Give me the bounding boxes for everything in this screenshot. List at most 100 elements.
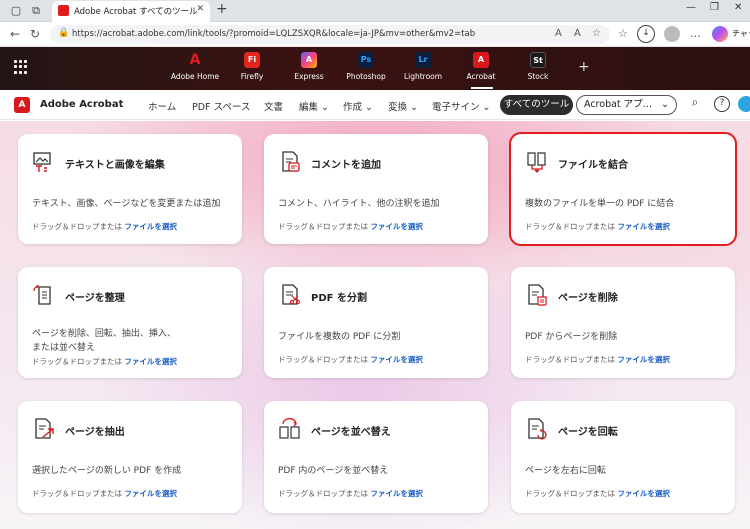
downloads-icon[interactable]: ↓ bbox=[637, 25, 655, 43]
read-aloud-icon[interactable]: A bbox=[574, 28, 581, 39]
nav-create-menu[interactable]: 作成 ⌄ bbox=[343, 99, 373, 113]
card-description: PDF 内のページを並べ替え bbox=[278, 466, 389, 476]
url-field[interactable]: 🔒 https://acrobat.adobe.com/link/tools/?… bbox=[50, 25, 610, 44]
app-grid-icon[interactable] bbox=[14, 60, 28, 74]
select-file-link[interactable]: ファイルを選択 bbox=[124, 357, 177, 366]
card-title: ページを削除 bbox=[558, 293, 618, 304]
tool-card-split-pdf[interactable]: PDF を分割 ファイルを複数の PDF に分割 ドラッグ＆ドロップまたは ファ… bbox=[264, 267, 488, 378]
window-close-icon[interactable]: ✕ bbox=[734, 2, 742, 13]
product-name[interactable]: Adobe Acrobat bbox=[40, 99, 123, 110]
tab-title: Adobe Acrobat すべてのツール bbox=[74, 7, 198, 17]
favorites-icon[interactable]: ☆ bbox=[618, 27, 628, 40]
app-label: Photoshop bbox=[346, 72, 386, 81]
user-avatar[interactable] bbox=[738, 96, 750, 112]
restore-icon[interactable]: ❐ bbox=[710, 2, 719, 13]
tool-card-extract-pages[interactable]: ページを抽出 選択したページの新しい PDF を作成 ドラッグ＆ドロップまたは … bbox=[18, 401, 242, 513]
drag-drop-hint: ドラッグ＆ドロップまたは ファイルを選択 bbox=[525, 354, 670, 365]
app-firefly[interactable]: Fi Firefly bbox=[222, 52, 282, 81]
tool-card-add-comment[interactable]: コメントを追加 コメント、ハイライト、他の注釈を追加 ドラッグ＆ドロップまたは … bbox=[264, 134, 488, 244]
card-title: ページを抽出 bbox=[65, 427, 125, 438]
drag-drop-prefix: ドラッグ＆ドロップまたは bbox=[278, 222, 368, 231]
copilot-icon[interactable] bbox=[712, 26, 728, 42]
drag-drop-hint: ドラッグ＆ドロップまたは ファイルを選択 bbox=[278, 488, 423, 499]
browser-tab-acrobat[interactable]: Adobe Acrobat すべてのツール ✕ bbox=[52, 1, 210, 22]
tool-card-combine-files[interactable]: ファイルを結合 複数のファイルを単一の PDF に結合 ドラッグ＆ドロップまたは… bbox=[509, 132, 737, 246]
drag-drop-hint: ドラッグ＆ドロップまたは ファイルを選択 bbox=[278, 221, 423, 232]
select-file-link[interactable]: ファイルを選択 bbox=[617, 489, 670, 498]
refresh-icon[interactable]: ↻ bbox=[30, 27, 40, 41]
card-title: コメントを追加 bbox=[311, 160, 381, 171]
acrobat-app-icon: A bbox=[473, 52, 489, 68]
app-express[interactable]: A Express bbox=[279, 52, 339, 81]
browser-profile-icon[interactable]: ▢ bbox=[8, 3, 24, 19]
nav-home[interactable]: ホーム bbox=[148, 99, 176, 113]
translate-icon[interactable]: A bbox=[555, 28, 562, 39]
app-label: Lightroom bbox=[403, 72, 443, 81]
drag-drop-prefix: ドラッグ＆ドロップまたは bbox=[32, 357, 122, 366]
acrobat-logo-icon[interactable]: A bbox=[14, 97, 30, 113]
card-description: PDF からページを削除 bbox=[525, 332, 618, 342]
profile-avatar[interactable] bbox=[664, 26, 680, 42]
tool-card-delete-pages[interactable]: ページを削除 PDF からページを削除 ドラッグ＆ドロップまたは ファイルを選択 bbox=[511, 267, 735, 378]
select-file-link[interactable]: ファイルを選択 bbox=[370, 355, 423, 364]
app-label: Acrobat bbox=[466, 72, 496, 81]
favorite-star-icon[interactable]: ☆ bbox=[592, 28, 601, 39]
select-file-link[interactable]: ファイルを選択 bbox=[370, 489, 423, 498]
stock-icon: St bbox=[530, 52, 546, 68]
photoshop-icon: Ps bbox=[358, 52, 374, 68]
app-label: Express bbox=[294, 72, 324, 81]
drag-drop-hint: ドラッグ＆ドロップまたは ファイルを選択 bbox=[32, 356, 177, 367]
app-lightroom[interactable]: Lr Lightroom bbox=[393, 52, 453, 81]
search-icon[interactable]: ⌕ bbox=[687, 96, 703, 112]
drag-drop-hint: ドラッグ＆ドロップまたは ファイルを選択 bbox=[32, 221, 177, 232]
nav-edit-menu[interactable]: 編集 ⌄ bbox=[299, 99, 329, 113]
app-acrobat[interactable]: A Acrobat bbox=[451, 52, 511, 81]
tab-actions-icon[interactable]: ⧉ bbox=[28, 3, 44, 19]
drag-drop-prefix: ドラッグ＆ドロップまたは bbox=[278, 355, 368, 364]
app-stock[interactable]: St Stock bbox=[508, 52, 568, 81]
back-icon[interactable]: ← bbox=[10, 27, 20, 41]
drag-drop-prefix: ドラッグ＆ドロップまたは bbox=[32, 489, 122, 498]
help-icon[interactable]: ? bbox=[714, 96, 730, 112]
acrobat-ai-dropdown[interactable]: Acrobat アプ… ⌄ bbox=[576, 95, 677, 115]
card-description: ファイルを複数の PDF に分割 bbox=[278, 332, 401, 342]
add-app-icon[interactable]: + bbox=[578, 59, 590, 75]
nav-documents[interactable]: 文書 bbox=[264, 99, 283, 113]
app-label: Adobe Home bbox=[170, 72, 220, 81]
select-file-link[interactable]: ファイルを選択 bbox=[124, 222, 177, 231]
nav-pdf-space[interactable]: PDF スペース bbox=[192, 99, 250, 113]
copilot-label[interactable]: チャッ bbox=[732, 28, 750, 39]
app-adobe-home[interactable]: A Adobe Home bbox=[165, 52, 225, 81]
card-description: ページを左右に回転 bbox=[525, 466, 606, 476]
combine-files-icon bbox=[527, 152, 546, 173]
select-file-link[interactable]: ファイルを選択 bbox=[617, 355, 670, 364]
card-description: 複数のファイルを単一の PDF に結合 bbox=[525, 199, 675, 209]
nav-esign-menu[interactable]: 電子サイン ⌄ bbox=[432, 99, 490, 113]
adobe-app-switcher: A Adobe Home Fi Firefly A Express Ps Pho… bbox=[0, 47, 750, 90]
drag-drop-hint: ドラッグ＆ドロップまたは ファイルを選択 bbox=[278, 354, 423, 365]
tool-card-edit-text-images[interactable]: テキストと画像を編集 テキスト、画像、ページなどを変更または追加 ドラッグ＆ドロ… bbox=[18, 134, 242, 244]
more-menu-icon[interactable]: … bbox=[690, 27, 701, 40]
adobe-home-icon: A bbox=[189, 52, 201, 68]
card-description: ページを削除、回転、抽出、挿入、 または並べ替え bbox=[32, 329, 176, 353]
card-title: PDF を分割 bbox=[311, 293, 367, 304]
tool-card-organize-pages[interactable]: ページを整理 ページを削除、回転、抽出、挿入、 または並べ替え ドラッグ＆ドロッ… bbox=[18, 267, 242, 378]
select-file-link[interactable]: ファイルを選択 bbox=[370, 222, 423, 231]
drag-drop-hint: ドラッグ＆ドロップまたは ファイルを選択 bbox=[525, 221, 670, 232]
acrobat-favicon-icon bbox=[58, 5, 69, 16]
card-title: ページを並べ替え bbox=[311, 427, 391, 438]
all-tools-button[interactable]: すべてのツール bbox=[500, 95, 573, 115]
tool-card-rotate-pages[interactable]: ページを回転 ページを左右に回転 ドラッグ＆ドロップまたは ファイルを選択 bbox=[511, 401, 735, 513]
app-label: Firefly bbox=[240, 72, 264, 81]
app-photoshop[interactable]: Ps Photoshop bbox=[336, 52, 396, 81]
card-description: コメント、ハイライト、他の注釈を追加 bbox=[278, 199, 440, 209]
card-title: テキストと画像を編集 bbox=[65, 160, 165, 171]
nav-convert-menu[interactable]: 変換 ⌄ bbox=[388, 99, 418, 113]
minimize-icon[interactable]: — bbox=[686, 2, 696, 13]
express-icon: A bbox=[301, 52, 317, 68]
new-tab-button[interactable]: + bbox=[216, 1, 228, 17]
select-file-link[interactable]: ファイルを選択 bbox=[124, 489, 177, 498]
close-tab-icon[interactable]: ✕ bbox=[196, 4, 204, 14]
select-file-link[interactable]: ファイルを選択 bbox=[617, 222, 670, 231]
tool-card-reorder-pages[interactable]: ページを並べ替え PDF 内のページを並べ替え ドラッグ＆ドロップまたは ファイ… bbox=[264, 401, 488, 513]
